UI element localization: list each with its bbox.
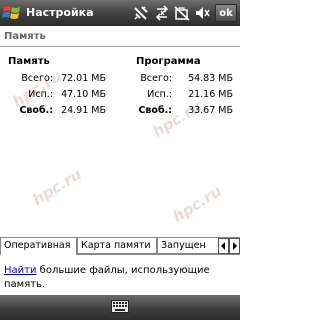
heading-divider [0,46,240,47]
tab-scroll-right-button[interactable] [229,238,240,254]
volume-icon[interactable] [194,5,210,21]
keyboard-icon[interactable] [111,300,129,313]
page-heading: Память [4,31,46,42]
watermark: hpc.ru [149,97,205,141]
program-total-value: 54.83 МБ [188,73,233,84]
app-title: Настройка [26,6,94,19]
storage-used-value: 47.10 МБ [61,89,106,100]
program-used-label: Исп.: [147,89,172,100]
program-used-value: 21.16 МБ [188,89,233,100]
ok-button[interactable]: ok [215,4,237,22]
tab-scroll-left-button[interactable] [218,238,229,254]
storage-used-label: Исп.: [28,89,53,100]
program-title: Программа [136,56,201,67]
chevron-right-icon [233,242,237,250]
connectivity-icon[interactable] [133,5,149,21]
menu-bar [0,295,240,320]
tab-memory-card[interactable]: Карта памяти [77,238,157,254]
program-free-value: 33.67 МБ [188,105,233,116]
watermark: hpc.ru [29,165,85,209]
tab-ram[interactable]: Оперативная [0,238,77,255]
find-link[interactable]: Найти [4,265,36,276]
program-total-label: Всего: [140,73,172,84]
storage-total-value: 72.01 МБ [61,73,106,84]
tab-running[interactable]: Запущен [157,238,219,254]
tab-strip: Оперативная Карта памяти Запущен [0,238,240,255]
chevron-left-icon [221,242,225,250]
find-large-files-text: Найти большие файлы, использующие память… [4,264,236,292]
sync-icon[interactable] [174,5,190,21]
signal-icon[interactable] [154,5,170,21]
storage-free-label: Своб.: [19,105,53,116]
storage-free-value: 24.91 МБ [61,105,106,116]
title-bar: Настройка ok [0,0,240,26]
watermark: hpc.ru [169,182,225,226]
storage-title: Память [8,56,50,67]
windows-start-icon[interactable] [2,4,22,22]
program-free-label: Своб.: [138,105,172,116]
storage-total-label: Всего: [21,73,53,84]
tabs-bottom-border [77,254,240,255]
